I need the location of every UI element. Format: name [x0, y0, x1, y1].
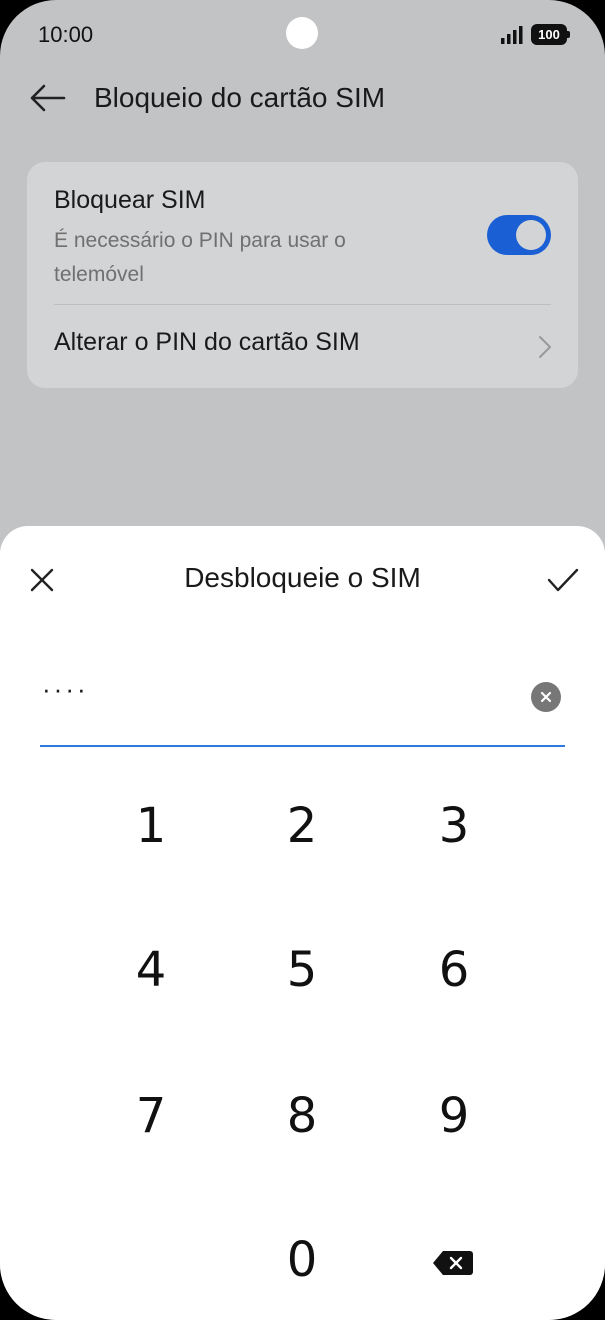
chevron-right-icon — [539, 336, 551, 358]
key-5[interactable]: 5 — [242, 920, 362, 1020]
status-time: 10:00 — [38, 22, 94, 47]
dialog-title: Desbloqueie o SIM — [184, 562, 421, 593]
battery-icon: 100 — [531, 24, 570, 45]
pin-input[interactable]: ···· — [42, 676, 89, 702]
page-title: Bloqueio do cartão SIM — [94, 82, 386, 113]
key-0[interactable]: 0 — [242, 1210, 362, 1310]
backspace-icon[interactable] — [432, 1250, 474, 1276]
lock-sim-subtitle: É necessário o PIN para usar o telemóvel — [54, 229, 346, 286]
clear-input-icon[interactable] — [531, 682, 561, 712]
lock-sim-toggle[interactable] — [487, 215, 551, 255]
check-icon[interactable] — [546, 566, 580, 594]
key-8[interactable]: 8 — [242, 1066, 362, 1166]
key-4[interactable]: 4 — [91, 920, 211, 1020]
unlock-sim-sheet: Desbloqueie o SIM ···· 1 2 3 4 5 6 7 8 9… — [0, 526, 605, 1320]
back-arrow-icon[interactable] — [28, 80, 68, 116]
change-pin-item[interactable]: Alterar o PIN do cartão SIM — [54, 328, 360, 357]
toggle-knob — [516, 220, 546, 250]
key-9[interactable]: 9 — [394, 1066, 514, 1166]
key-3[interactable]: 3 — [394, 776, 514, 876]
lock-sim-title: Bloquear SIM — [54, 186, 206, 214]
signal-icon — [501, 26, 523, 44]
divider — [54, 304, 551, 305]
key-2[interactable]: 2 — [242, 776, 362, 876]
camera-cutout — [286, 17, 318, 49]
key-1[interactable]: 1 — [91, 776, 211, 876]
battery-level: 100 — [538, 27, 560, 42]
sim-lock-settings-card: Bloquear SIM É necessário o PIN para usa… — [27, 162, 578, 388]
phone-screen: 10:00 100 Bloqueio do cartão SIM Bloquea… — [0, 0, 605, 1320]
input-underline — [40, 745, 565, 747]
key-6[interactable]: 6 — [394, 920, 514, 1020]
key-7[interactable]: 7 — [91, 1066, 211, 1166]
